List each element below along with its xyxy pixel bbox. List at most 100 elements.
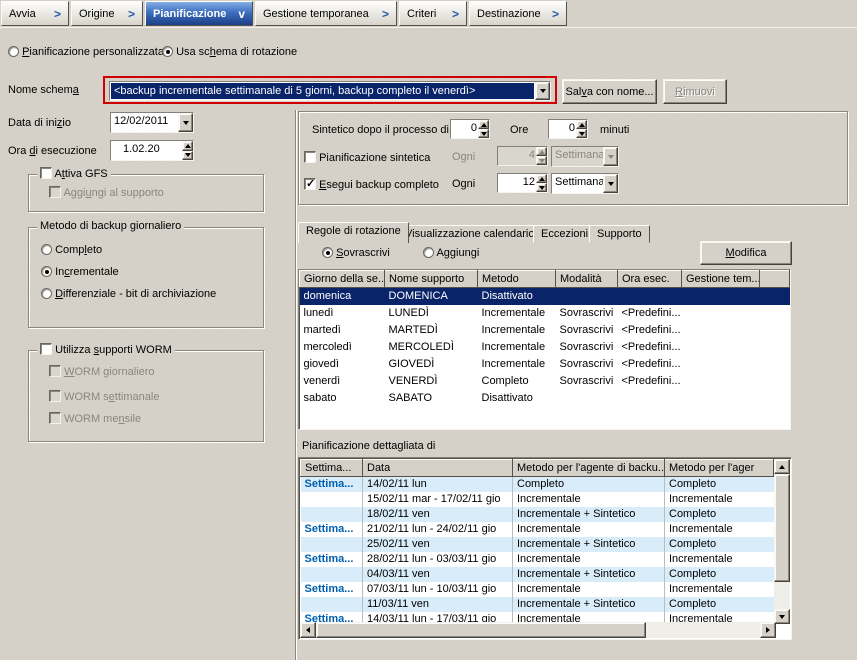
table-row[interactable]: sabatoSABATODisattivato <box>300 390 790 407</box>
radio-aggiungi[interactable]: Aggiungi <box>423 247 479 259</box>
col-modalita[interactable]: Modalità <box>556 271 618 288</box>
radio-pianificazione-personalizzata[interactable]: Pianificazione personalizzata <box>8 46 164 58</box>
table-row[interactable]: Settima...28/02/11 lun - 03/03/11 gioInc… <box>301 552 774 567</box>
remove-button[interactable]: Rimuovi <box>663 79 727 104</box>
worm-weekly-checkbox[interactable]: WORM settimanale <box>49 390 159 403</box>
col-gestione[interactable]: Gestione tem... <box>682 271 760 288</box>
chevron-right-icon: > <box>452 7 459 21</box>
worm-enable-checkbox[interactable]: Utilizza supporti WORM <box>37 343 175 356</box>
synthetic-hours-field[interactable]: 0 <box>450 119 490 139</box>
scrollbar-thumb[interactable] <box>316 622 646 638</box>
col-metodo[interactable]: Metodo <box>478 271 556 288</box>
metodo1-cell: Incrementale <box>513 492 665 507</box>
giorno-cell: mercoledì <box>300 339 385 356</box>
synthetic-after-label: Sintetico dopo il processo di <box>312 124 449 136</box>
scroll-left-icon[interactable] <box>300 622 316 638</box>
metodo2-cell: Completo <box>665 567 774 582</box>
hours-spinner[interactable] <box>478 120 489 138</box>
gfs-enable-checkbox[interactable]: Attiva GFS <box>37 167 111 180</box>
synthetic-schedule-checkbox[interactable]: Pianificazione sintetica <box>304 151 430 164</box>
worm-daily-checkbox[interactable]: WORM giornaliero <box>49 365 155 378</box>
time-spinner[interactable] <box>182 141 193 160</box>
metodo1-cell: Incrementale <box>513 552 665 567</box>
scrollbar-thumb[interactable] <box>774 474 790 582</box>
checkbox-icon <box>49 412 61 424</box>
col-metodo-agente-1[interactable]: Metodo per l'agente di backu... <box>513 460 665 477</box>
ora-cell <box>618 390 682 407</box>
checkbox-checked-icon <box>304 178 316 190</box>
metodo1-cell: Incrementale + Sintetico <box>513 537 665 552</box>
run-time-field[interactable]: 1.02.20 <box>110 140 194 161</box>
scroll-up-icon[interactable] <box>774 459 790 474</box>
data-cell: 07/03/11 lun - 10/03/11 gio <box>363 582 513 597</box>
schema-name-combobox[interactable]: <backup incrementale settimanale di 5 gi… <box>109 81 551 101</box>
col-nome-supporto[interactable]: Nome supporto <box>385 271 478 288</box>
synthetic-unit-combobox[interactable]: Settimana/ <box>551 146 619 167</box>
col-settimana[interactable]: Settima... <box>301 460 363 477</box>
radio-incrementale[interactable]: Incrementale <box>41 266 119 278</box>
full-every-field[interactable]: 12 <box>497 173 548 193</box>
filler-cell <box>760 288 790 305</box>
tab-pianificazione[interactable]: Pianificazionev <box>145 1 253 26</box>
edit-button[interactable]: Modifica <box>700 241 792 265</box>
nome-cell: DOMENICA <box>385 288 478 305</box>
table-row[interactable]: 11/03/11 venIncrementale + SinteticoComp… <box>301 597 774 612</box>
vertical-scrollbar[interactable] <box>774 459 790 624</box>
table-row[interactable]: lunedìLUNEDÌIncrementaleSovrascrivi<Pred… <box>300 305 790 322</box>
start-date-field[interactable]: 12/02/2011 <box>110 112 194 133</box>
tab-supporto[interactable]: Supporto <box>589 225 650 243</box>
synthetic-every-field[interactable]: 4 <box>497 146 548 166</box>
spinner[interactable] <box>536 174 547 192</box>
full-unit-combobox[interactable]: Settimana/ <box>551 173 619 194</box>
giorno-cell: domenica <box>300 288 385 305</box>
synthetic-every-label: Ogni <box>452 151 475 163</box>
full-backup-checkbox[interactable]: Esegui backup completo <box>304 178 439 191</box>
tab-criteri[interactable]: Criteri> <box>399 1 467 26</box>
col-metodo-agente-2[interactable]: Metodo per l'ager <box>665 460 774 477</box>
save-as-button[interactable]: Salva con nome... <box>562 79 657 104</box>
worm-groupbox: Utilizza supporti WORM WORM giornaliero … <box>28 350 264 442</box>
table-row[interactable]: Settima...14/02/11 lunCompletoCompleto <box>301 477 774 492</box>
tab-visualizzazione-calendario[interactable]: Visualizzazione calendario <box>397 225 542 243</box>
table-row[interactable]: Settima...07/03/11 lun - 10/03/11 gioInc… <box>301 582 774 597</box>
col-data[interactable]: Data <box>363 460 513 477</box>
gfs-append-checkbox[interactable]: Aggiungi al supporto <box>49 186 164 199</box>
col-giorno[interactable]: Giorno della se... <box>300 271 385 288</box>
settimana-cell <box>301 537 363 552</box>
synthetic-minutes-field[interactable]: 0 <box>548 119 588 139</box>
checkbox-icon <box>49 365 61 377</box>
col-ora-esec[interactable]: Ora esec. <box>618 271 682 288</box>
tab-origine[interactable]: Origine> <box>71 1 143 26</box>
worm-monthly-checkbox[interactable]: WORM mensile <box>49 412 141 425</box>
table-row[interactable]: venerdìVENERDÌCompletoSovrascrivi<Predef… <box>300 373 790 390</box>
radio-icon <box>423 247 434 258</box>
scroll-down-icon[interactable] <box>774 609 790 624</box>
filler-cell <box>760 390 790 407</box>
radio-differenziale[interactable]: Differenziale - bit di archiviazione <box>41 288 216 300</box>
table-row[interactable]: Settima...21/02/11 lun - 24/02/11 gioInc… <box>301 522 774 537</box>
metodo1-cell: Incrementale <box>513 522 665 537</box>
table-row[interactable]: 15/02/11 mar - 17/02/11 gioIncrementaleI… <box>301 492 774 507</box>
radio-completo[interactable]: Completo <box>41 244 102 256</box>
dropdown-arrow-icon[interactable] <box>178 113 193 132</box>
table-row[interactable]: 04/03/11 venIncrementale + SinteticoComp… <box>301 567 774 582</box>
table-row[interactable]: 18/02/11 venIncrementale + SinteticoComp… <box>301 507 774 522</box>
table-row[interactable]: giovedìGIOVEDÌIncrementaleSovrascrivi<Pr… <box>300 356 790 373</box>
tab-regole-di-rotazione[interactable]: Regole di rotazione <box>298 222 409 243</box>
table-row[interactable]: domenicaDOMENICADisattivato <box>300 288 790 305</box>
minutes-spinner[interactable] <box>576 120 587 138</box>
dropdown-arrow-icon[interactable] <box>535 82 550 100</box>
tab-destinazione[interactable]: Destinazione> <box>469 1 567 26</box>
horizontal-scrollbar[interactable] <box>300 622 776 638</box>
radio-sovrascrivi[interactable]: Sovrascrivi <box>322 247 390 259</box>
table-row[interactable]: 25/02/11 venIncrementale + SinteticoComp… <box>301 537 774 552</box>
metodo-cell: Incrementale <box>478 322 556 339</box>
scroll-right-icon[interactable] <box>760 622 776 638</box>
radio-usa-schema-rotazione[interactable]: Usa schema di rotazione <box>162 46 297 58</box>
tab-avvia[interactable]: Avvia> <box>1 1 69 26</box>
table-row[interactable]: martedìMARTEDÌIncrementaleSovrascrivi<Pr… <box>300 322 790 339</box>
table-row[interactable]: mercoledìMERCOLEDÌIncrementaleSovrascriv… <box>300 339 790 356</box>
dropdown-arrow-icon[interactable] <box>603 174 618 193</box>
tab-eccezioni[interactable]: Eccezioni <box>533 225 596 243</box>
tab-gestione-temporanea[interactable]: Gestione temporanea> <box>255 1 397 26</box>
